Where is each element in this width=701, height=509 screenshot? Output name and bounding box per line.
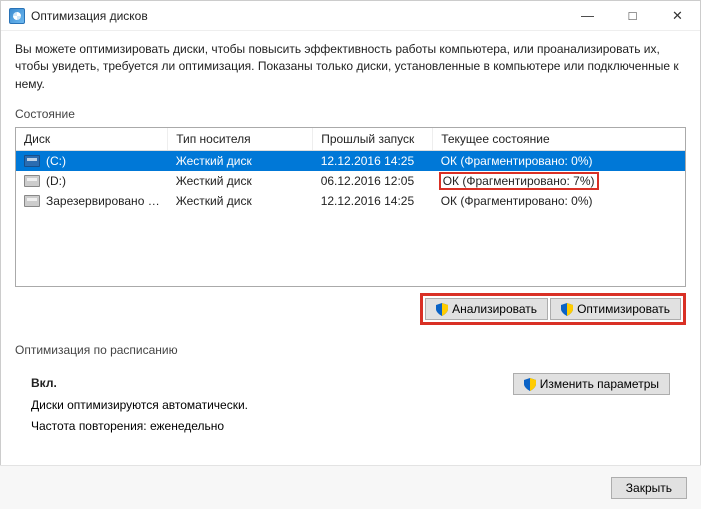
drives-panel: Диск Тип носителя Прошлый запуск Текущее… <box>15 127 686 287</box>
highlighted-buttons: Анализировать Оптимизировать <box>420 293 686 325</box>
drive-name: (D:) <box>46 174 66 188</box>
optimize-label: Оптимизировать <box>577 302 670 316</box>
minimize-button[interactable]: — <box>565 1 610 30</box>
drive-last-run: 06.12.2016 12:05 <box>313 171 433 191</box>
column-state[interactable]: Текущее состояние <box>433 128 685 151</box>
description-text: Вы можете оптимизировать диски, чтобы по… <box>15 41 686 93</box>
titlebar: Оптимизация дисков — □ ✕ <box>1 1 700 31</box>
close-window-button[interactable]: ✕ <box>655 1 700 30</box>
analyze-label: Анализировать <box>452 302 537 316</box>
drive-media: Жесткий диск <box>168 151 313 172</box>
schedule-line1: Диски оптимизируются автоматически. <box>31 395 248 417</box>
drive-name: Зарезервировано … <box>46 194 160 208</box>
drive-media: Жесткий диск <box>168 191 313 211</box>
change-settings-label: Изменить параметры <box>540 377 659 391</box>
shield-icon <box>561 303 573 316</box>
drive-state: ОК (Фрагментировано: 7%) <box>433 171 685 191</box>
change-settings-button[interactable]: Изменить параметры <box>513 373 670 395</box>
drive-state: ОК (Фрагментировано: 0%) <box>433 151 685 172</box>
column-disk[interactable]: Диск <box>16 128 168 151</box>
table-row[interactable]: Зарезервировано … Жесткий диск12.12.2016 … <box>16 191 685 211</box>
drive-icon <box>24 155 40 167</box>
shield-icon <box>436 303 448 316</box>
drive-last-run: 12.12.2016 14:25 <box>313 151 433 172</box>
column-last[interactable]: Прошлый запуск <box>313 128 433 151</box>
optimize-button[interactable]: Оптимизировать <box>550 298 681 320</box>
schedule-info: Вкл. Диски оптимизируются автоматически.… <box>31 373 248 438</box>
app-icon <box>9 8 25 24</box>
drives-table: Диск Тип носителя Прошлый запуск Текущее… <box>16 128 685 211</box>
action-button-row: Анализировать Оптимизировать <box>15 293 686 325</box>
drive-media: Жесткий диск <box>168 171 313 191</box>
schedule-status: Вкл. <box>31 373 248 395</box>
drive-last-run: 12.12.2016 14:25 <box>313 191 433 211</box>
table-row[interactable]: (D:) Жесткий диск06.12.2016 12:05 ОК (Фраг… <box>16 171 685 191</box>
highlighted-state: ОК (Фрагментировано: 7%) <box>439 172 599 190</box>
shield-icon <box>524 378 536 391</box>
state-section-label: Состояние <box>15 107 686 121</box>
column-media[interactable]: Тип носителя <box>168 128 313 151</box>
drive-icon <box>24 175 40 187</box>
footer: Закрыть <box>0 465 701 509</box>
analyze-button[interactable]: Анализировать <box>425 298 548 320</box>
drive-state: ОК (Фрагментировано: 0%) <box>433 191 685 211</box>
table-row[interactable]: (C:) Жесткий диск12.12.2016 14:25ОК (Фраг… <box>16 151 685 172</box>
window-controls: — □ ✕ <box>565 1 700 30</box>
close-button[interactable]: Закрыть <box>611 477 687 499</box>
drive-icon <box>24 195 40 207</box>
drive-name: (C:) <box>46 154 66 168</box>
maximize-button[interactable]: □ <box>610 1 655 30</box>
window-title: Оптимизация дисков <box>31 9 565 23</box>
schedule-line2: Частота повторения: еженедельно <box>31 416 248 438</box>
schedule-section-label: Оптимизация по расписанию <box>15 343 686 357</box>
